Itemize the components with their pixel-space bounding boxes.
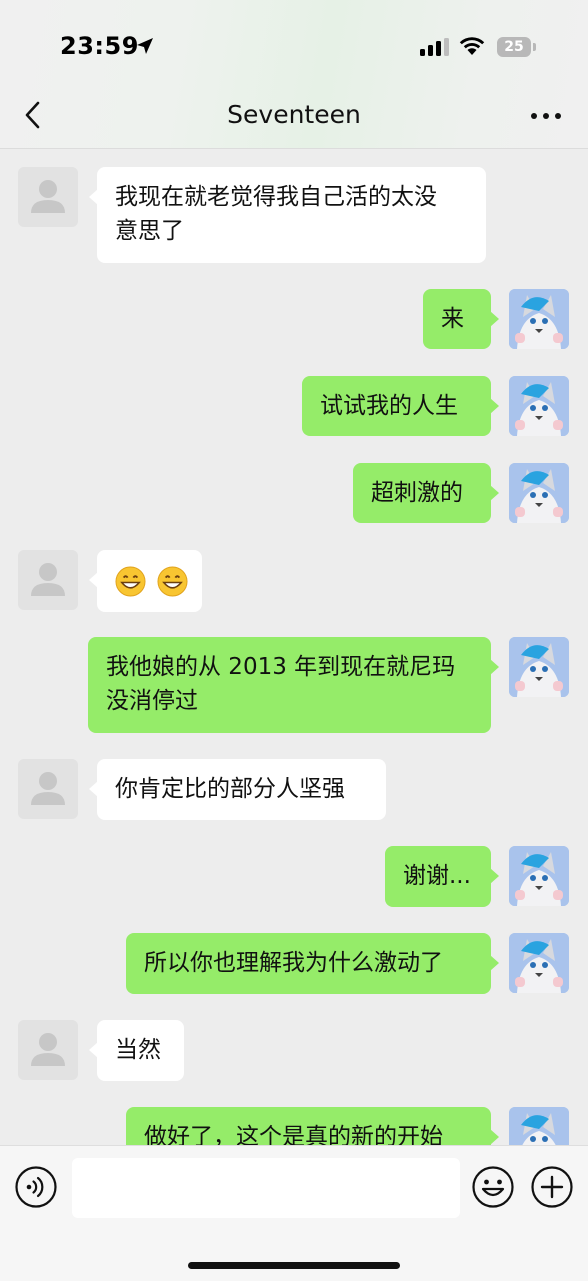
my-avatar[interactable] bbox=[509, 289, 569, 349]
contact-avatar[interactable] bbox=[18, 167, 78, 227]
top-bar: 23:59 25 Seventeen bbox=[0, 0, 588, 149]
add-attachment-icon[interactable] bbox=[530, 1165, 574, 1209]
default-person-icon bbox=[31, 180, 65, 213]
outgoing-message-bubble[interactable]: 试试我的人生 bbox=[302, 376, 499, 436]
message-input[interactable] bbox=[72, 1158, 460, 1218]
default-person-icon bbox=[31, 563, 65, 596]
my-avatar[interactable] bbox=[509, 933, 569, 993]
my-avatar[interactable] bbox=[509, 637, 569, 697]
battery-cap bbox=[533, 43, 536, 51]
status-time: 23:59 bbox=[60, 32, 139, 60]
incoming-message-bubble[interactable]: 我现在就老觉得我自己活的太没 意思了 bbox=[89, 167, 486, 263]
contact-avatar[interactable] bbox=[18, 550, 78, 610]
contact-avatar[interactable] bbox=[18, 759, 78, 819]
fox-avatar-icon bbox=[509, 637, 569, 697]
incoming-message-bubble[interactable]: 你肯定比的部分人坚强 bbox=[89, 759, 386, 820]
message-text: 当然 bbox=[115, 1037, 161, 1063]
emoji-picker-icon[interactable] bbox=[471, 1165, 515, 1209]
grinning-face-icon bbox=[157, 566, 188, 597]
message-text-line: 我他娘的从 2013 年到现在就尼玛 bbox=[106, 654, 456, 680]
message-text: 来 bbox=[441, 306, 464, 332]
incoming-message-bubble[interactable] bbox=[89, 550, 202, 612]
message-text: 超刺激的 bbox=[371, 480, 463, 506]
fox-avatar-icon bbox=[509, 933, 569, 993]
voice-input-icon[interactable] bbox=[14, 1165, 58, 1209]
message-text: 谢谢... bbox=[403, 863, 471, 889]
outgoing-message-bubble[interactable]: 来 bbox=[423, 289, 499, 349]
fox-avatar-icon bbox=[509, 463, 569, 523]
message-text: 你肯定比的部分人坚强 bbox=[115, 776, 345, 802]
my-avatar[interactable] bbox=[509, 376, 569, 436]
outgoing-message-bubble[interactable]: 谢谢... bbox=[385, 846, 499, 907]
message-text: 所以你也理解我为什么激动了 bbox=[144, 950, 443, 976]
input-bar bbox=[0, 1145, 588, 1281]
my-avatar[interactable] bbox=[509, 1107, 569, 1145]
incoming-message-bubble[interactable]: 当然 bbox=[89, 1020, 184, 1081]
fox-avatar-icon bbox=[509, 376, 569, 436]
cellular-signal-icon bbox=[420, 38, 449, 56]
message-text-line: 没消停过 bbox=[106, 688, 198, 714]
message-text: 做好了，这个是真的新的开始 bbox=[144, 1124, 443, 1145]
wifi-icon bbox=[459, 37, 485, 55]
fox-avatar-icon bbox=[509, 1107, 569, 1145]
default-person-icon bbox=[31, 1033, 65, 1066]
fox-avatar-icon bbox=[509, 289, 569, 349]
default-person-icon bbox=[31, 772, 65, 805]
grinning-face-icon bbox=[115, 566, 146, 597]
message-list[interactable]: 我现在就老觉得我自己活的太没 意思了 来 试试我的人生 超刺激的 我他娘的从 2… bbox=[0, 149, 588, 1145]
fox-avatar-icon bbox=[509, 846, 569, 906]
outgoing-message-bubble[interactable]: 我他娘的从 2013 年到现在就尼玛 没消停过 bbox=[88, 637, 499, 733]
contact-avatar[interactable] bbox=[18, 1020, 78, 1080]
message-text-line: 我现在就老觉得我自己活的太没 bbox=[115, 184, 437, 210]
more-options-icon[interactable] bbox=[530, 111, 562, 121]
chat-title: Seventeen bbox=[227, 100, 361, 129]
location-arrow-icon bbox=[137, 38, 153, 54]
battery-level: 25 bbox=[504, 39, 524, 55]
outgoing-message-bubble[interactable]: 超刺激的 bbox=[353, 463, 499, 523]
outgoing-message-bubble[interactable]: 做好了，这个是真的新的开始 bbox=[126, 1107, 499, 1145]
message-text-line: 意思了 bbox=[115, 218, 184, 244]
outgoing-message-bubble[interactable]: 所以你也理解我为什么激动了 bbox=[126, 933, 499, 994]
message-text: 试试我的人生 bbox=[320, 393, 458, 419]
home-indicator[interactable] bbox=[188, 1262, 400, 1269]
battery-indicator: 25 bbox=[497, 37, 531, 57]
my-avatar[interactable] bbox=[509, 846, 569, 906]
my-avatar[interactable] bbox=[509, 463, 569, 523]
